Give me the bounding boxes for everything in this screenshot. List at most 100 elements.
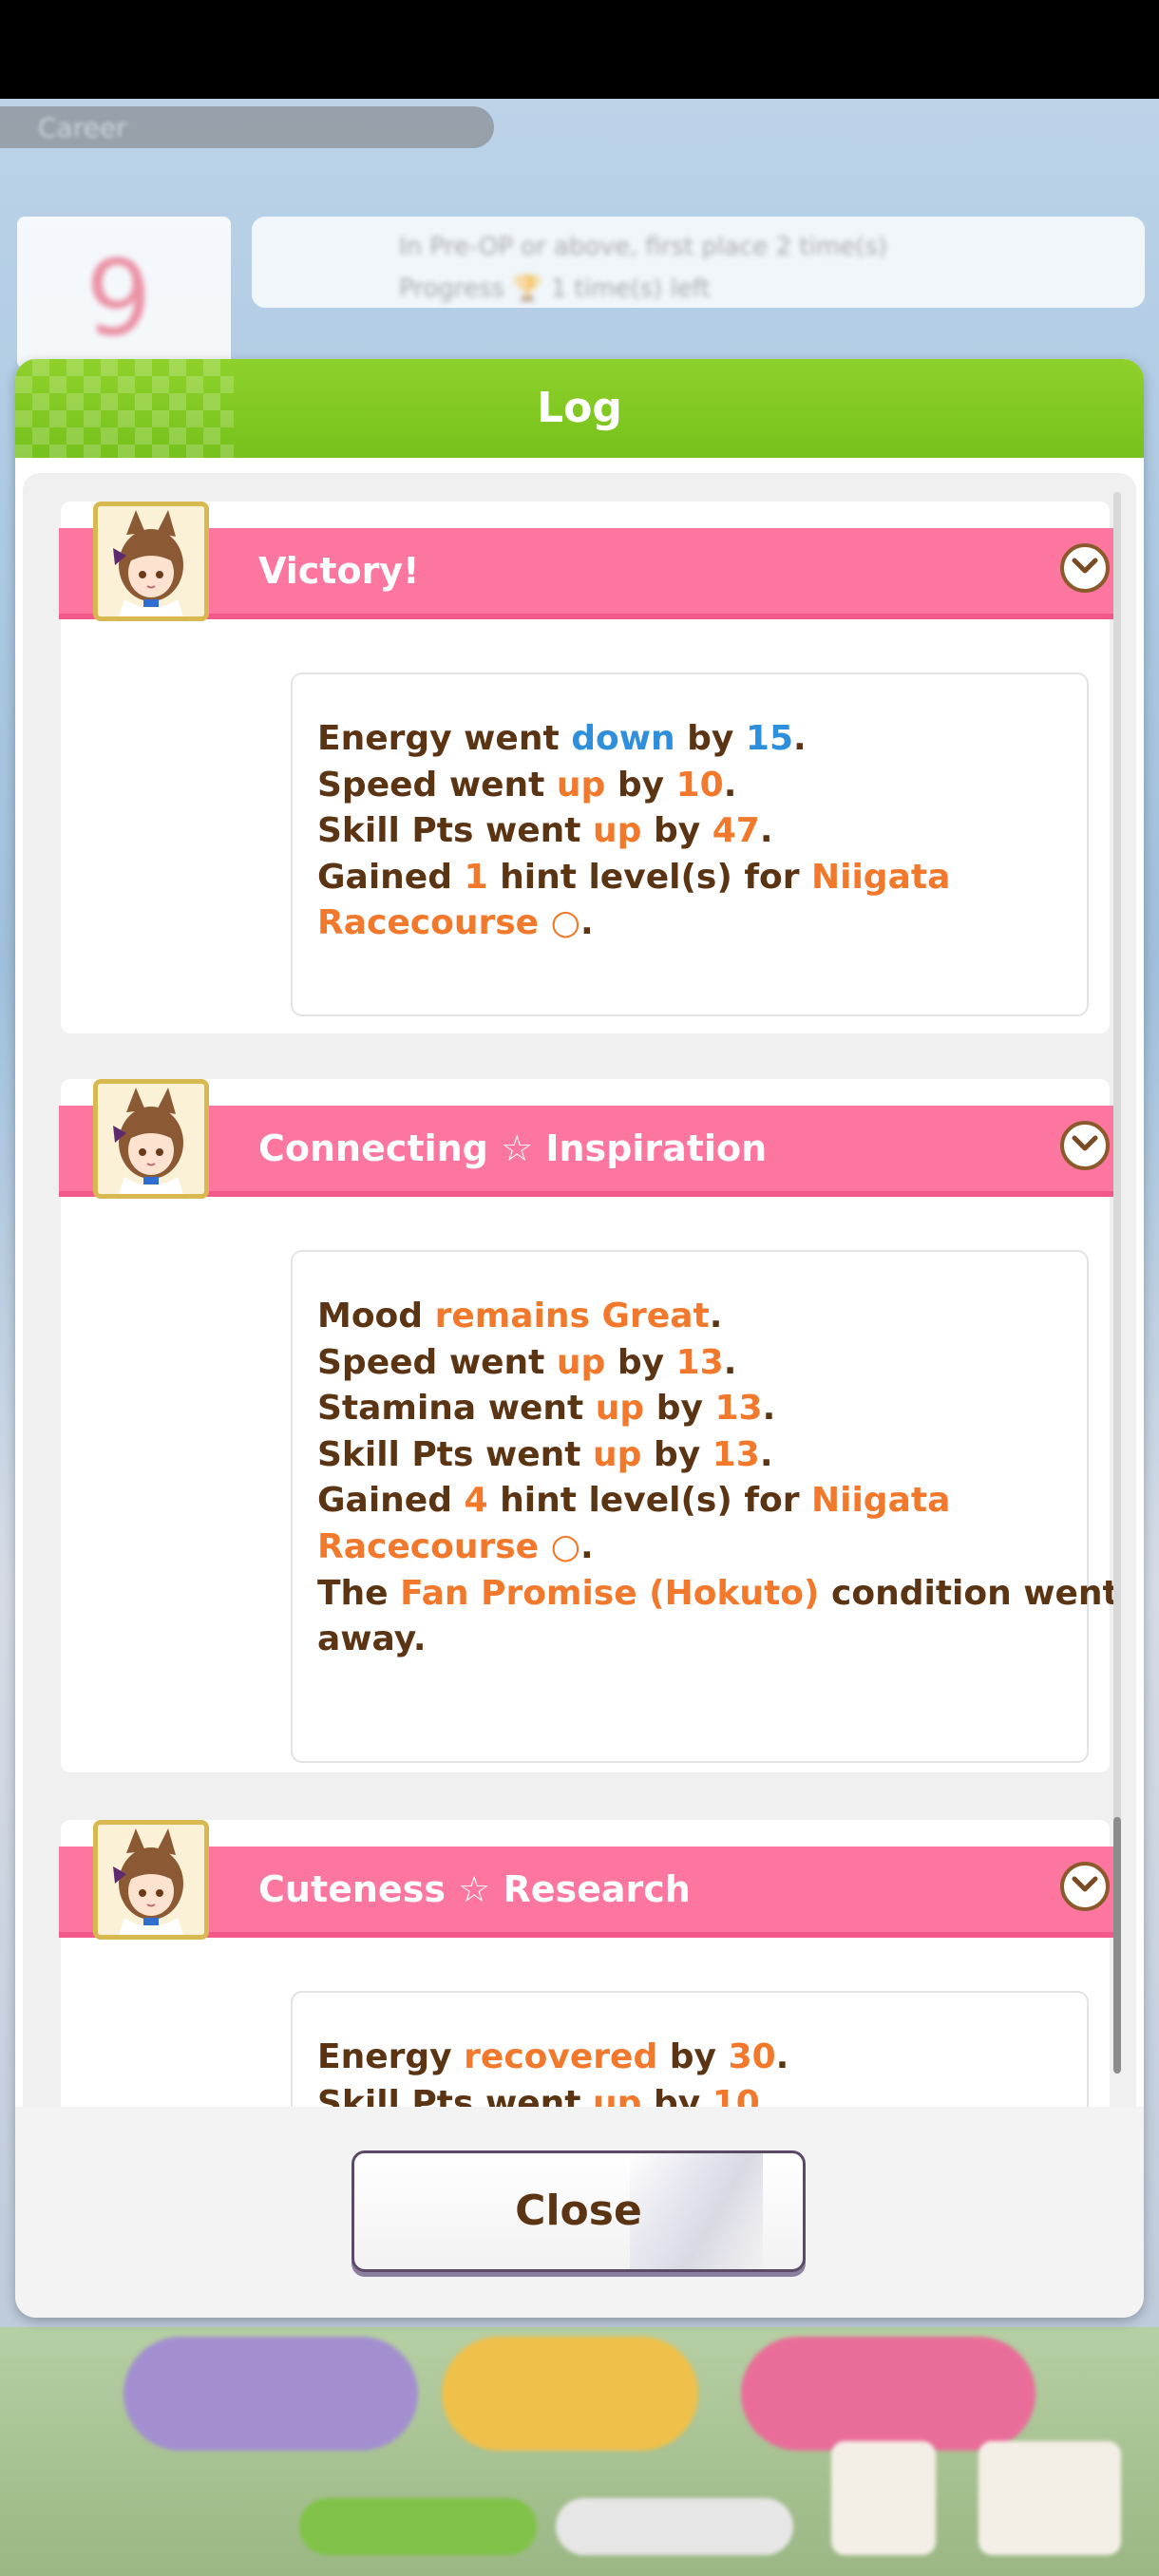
chevron-down-icon[interactable] [1060,1121,1110,1170]
log-entry-text-box: Mood remains Great. Speed went up by 13. S… [291,1250,1119,1763]
log-line: Racecourse ○. [317,900,1068,947]
calendar-day: 9 [86,237,152,359]
menu-icon [978,2441,1121,2555]
infirmary-button [124,2337,418,2451]
highlighted-text: 30 [728,2037,776,2076]
highlighted-text: remains Great [434,1297,710,1335]
log-text: . [709,1297,723,1335]
highlighted-text: 13 [675,1342,724,1382]
log-text: . [759,811,773,851]
log-text: condition went [819,1573,1119,1613]
log-text: Gained [317,857,465,897]
log-entry-title: Victory! [258,550,420,592]
chevron-down-icon[interactable] [1060,1862,1110,1911]
highlighted-text: up [556,1342,606,1382]
log-line: Skill Pts went up by 10. [317,2081,1068,2107]
status-bar [0,0,1159,99]
log-text: Speed went [317,765,557,805]
log-icon [831,2441,936,2555]
log-text: away. [317,1619,427,1659]
log-line: Skill Pts went up by 47. [317,808,1068,855]
highlighted-text: 47 [712,811,760,851]
log-text: Energy [317,2037,465,2076]
log-text: Skill Pts went [317,2083,594,2107]
log-text: by [641,2083,712,2107]
log-text: Skill Pts went [317,1434,594,1474]
highlighted-text: down [571,719,675,758]
log-line: The Fan Promise (Hokuto) condition went [317,1571,1119,1618]
log-text: . [762,1389,776,1429]
log-line: Speed went up by 10. [317,763,1068,809]
highlighted-text: Racecourse ○ [317,903,581,943]
log-text: Speed went [317,1342,557,1382]
chevron-down-icon[interactable] [1060,543,1110,593]
log-text: . [759,1434,773,1474]
highlighted-text: up [595,1389,645,1429]
log-text: Skill Pts went [317,811,594,851]
log-text: by [641,811,712,851]
log-text: by [641,1434,712,1474]
log-text: . [775,2037,789,2076]
highlighted-text: up [593,2083,642,2107]
log-text: . [759,2083,773,2107]
goal-description: In Pre-OP or above, first place 2 time(s… [399,233,888,261]
log-text: by [657,2037,729,2076]
highlighted-text: Niigata [811,1481,951,1521]
highlighted-text: up [593,811,642,851]
log-line: Skill Pts went up by 13. [317,1432,1068,1479]
highlighted-text: Fan Promise (Hokuto) [400,1573,820,1613]
scrollbar-track[interactable] [1113,492,1121,1974]
highlighted-text: 4 [464,1481,488,1521]
log-text: . [580,903,594,943]
highlighted-text: 13 [712,1434,760,1474]
close-button[interactable]: Close [352,2150,806,2272]
character-portrait-icon [93,1820,209,1940]
log-entry-banner[interactable] [59,528,1115,619]
skip-button [299,2498,537,2555]
highlighted-text: 10 [675,765,724,805]
character-portrait-icon [93,502,209,621]
log-text: Energy went [317,719,572,758]
log-entry-text: Mood remains Great. Speed went up by 13. S… [317,1294,1119,1663]
log-text: Gained [317,1481,465,1521]
scrollbar-thumb[interactable] [1113,1817,1121,2074]
log-text: hint level(s) for [487,1481,811,1521]
log-text: by [605,765,676,805]
log-line: Mood remains Great. [317,1294,1068,1340]
dialog-header: Log [15,359,1144,458]
log-entry-text: Energy recovered by 30. Skill Pts went up… [317,2035,1068,2107]
recreation-button [442,2337,698,2451]
log-line: away. [317,1617,1068,1663]
dialog-title: Log [537,384,622,432]
log-text: . [723,765,737,805]
log-text: Stamina went [317,1389,596,1429]
highlighted-text: Niigata [811,857,951,897]
log-line: Racecourse ○. [317,1525,1068,1571]
races-button [741,2337,1036,2451]
log-list[interactable]: Victory! Energy went down by 15. Speed wen… [23,473,1136,2107]
highlighted-text: up [593,1434,642,1474]
highlighted-text: up [556,765,606,805]
log-text: . [580,1526,594,1566]
log-line: Gained 4 hint level(s) for Niigata [317,1478,1068,1525]
highlighted-text: 15 [745,719,794,758]
log-entry-title: Cuteness ☆ Research [258,1868,691,1910]
log-entry-title: Connecting ☆ Inspiration [258,1127,768,1169]
log-text: hint level(s) for [487,857,811,897]
quick-button [556,2498,793,2555]
highlighted-text: 13 [714,1389,763,1429]
log-text: by [605,1342,676,1382]
log-text: . [793,719,807,758]
log-text: by [644,1389,715,1429]
log-text: by [674,719,746,758]
log-line: Energy went down by 15. [317,716,1068,763]
log-line: Gained 1 hint level(s) for Niigata [317,855,1068,901]
log-line: Speed went up by 13. [317,1340,1068,1387]
career-label: Career [38,112,127,143]
close-button-label: Close [515,2187,642,2235]
goal-text: In Pre-OP or above, first place 2 time(s… [399,226,887,310]
highlighted-text: recovered [464,2037,658,2076]
log-text: . [723,1342,737,1382]
goal-progress: Progress 🏆 1 time(s) left [399,275,711,303]
log-text: The [317,1573,401,1613]
